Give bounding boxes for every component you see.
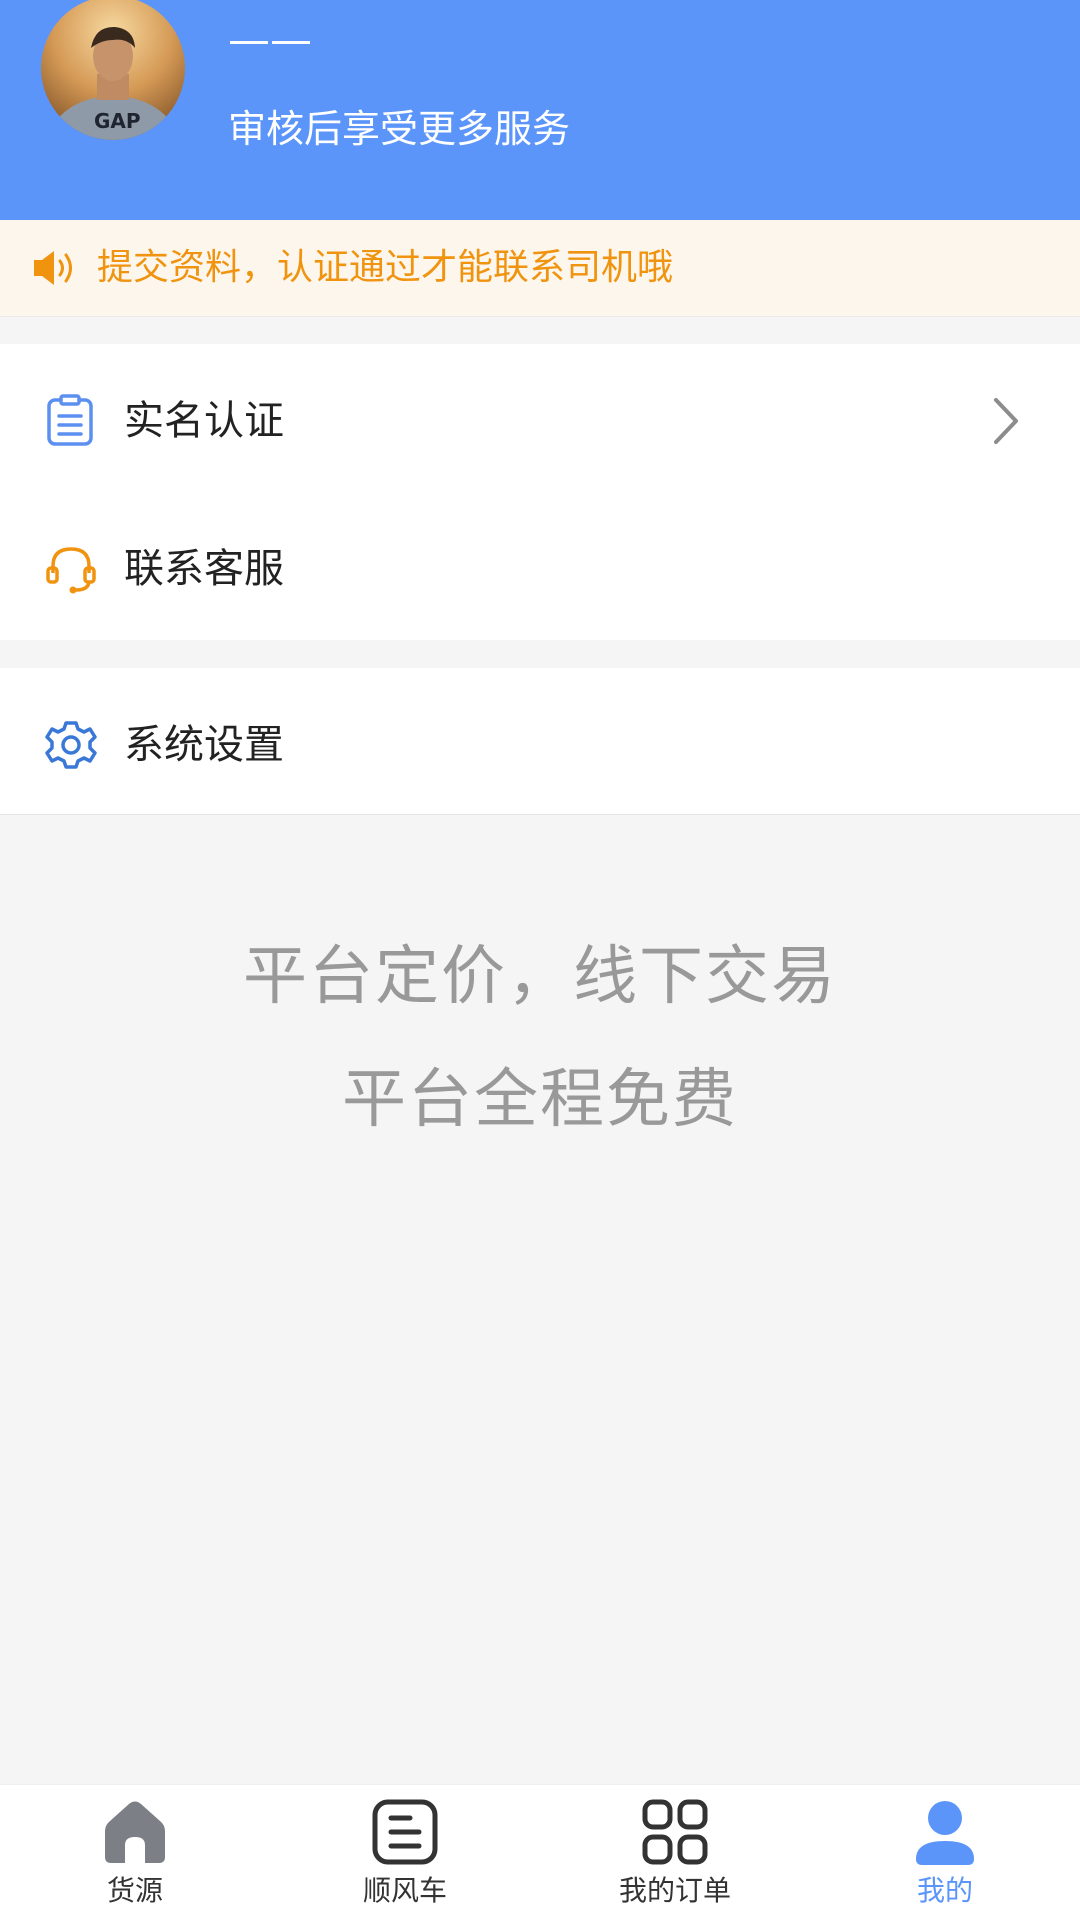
user-subtitle: 审核后享受更多服务 xyxy=(228,107,571,151)
bottom-tab-bar: 货源 顺风车 我的订单 我的 xyxy=(0,1784,1080,1921)
list-icon xyxy=(372,1799,438,1865)
tab-carpool[interactable]: 顺风车 xyxy=(270,1785,540,1921)
slogan-line-2: 平台全程免费 xyxy=(342,1063,738,1137)
tab-mine[interactable]: 我的 xyxy=(810,1785,1080,1921)
menu-item-customer-service[interactable]: 联系客服 xyxy=(0,492,1080,640)
svg-text:GAP: GAP xyxy=(94,109,141,133)
chevron-right-icon xyxy=(990,396,1022,446)
menu-group-settings: 系统设置 xyxy=(0,668,1080,815)
clipboard-icon xyxy=(44,394,98,448)
tab-cargo-source[interactable]: 货源 xyxy=(0,1785,270,1921)
menu-item-label: 联系客服 xyxy=(124,546,284,592)
notice-text: 提交资料，认证通过才能联系司机哦 xyxy=(97,247,674,288)
user-name: —— xyxy=(228,15,312,64)
slogan-line-1: 平台定价，线下交易 xyxy=(243,940,837,1014)
grid-icon xyxy=(642,1799,708,1865)
speaker-icon xyxy=(32,246,80,290)
menu-group-account: 实名认证 联系客服 xyxy=(0,344,1080,640)
notice-bar: 提交资料，认证通过才能联系司机哦 xyxy=(0,220,1080,317)
avatar[interactable]: GAP xyxy=(41,0,185,140)
profile-header: GAP —— 审核后享受更多服务 xyxy=(0,0,1080,220)
home-icon xyxy=(102,1799,168,1865)
user-icon xyxy=(912,1799,978,1865)
menu-item-label: 系统设置 xyxy=(124,722,284,768)
menu-item-system-settings[interactable]: 系统设置 xyxy=(0,668,1080,816)
tab-label: 我的 xyxy=(916,1874,973,1907)
gear-icon xyxy=(44,718,98,772)
headset-icon xyxy=(44,542,98,596)
menu-item-label: 实名认证 xyxy=(124,398,284,444)
tab-my-orders[interactable]: 我的订单 xyxy=(540,1785,810,1921)
menu-item-real-name-auth[interactable]: 实名认证 xyxy=(0,344,1080,492)
tab-label: 我的订单 xyxy=(618,1874,731,1907)
tab-label: 顺风车 xyxy=(362,1874,447,1907)
tab-label: 货源 xyxy=(106,1874,163,1907)
